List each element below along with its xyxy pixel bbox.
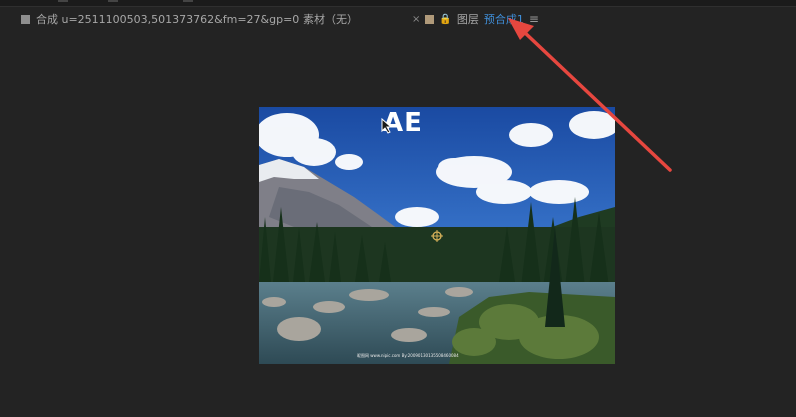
viewer-tab-bar: 合成 u=2511100503,501373762&fm=27&gp=0 素材（…: [0, 8, 796, 37]
tab-footage[interactable]: 素材（无）: [303, 11, 358, 27]
close-icon[interactable]: ×: [412, 14, 420, 25]
lock-icon[interactable]: 🔒: [439, 14, 451, 25]
panel-edge-mark: [108, 0, 118, 2]
panel-edge-mark: [183, 0, 193, 2]
tab-composition-label: 合成 u=2511100503,501373762&fm=27&gp=0: [36, 13, 300, 26]
image-watermark: 昵图网 www.nipic.com By:2009013013550846008…: [357, 353, 459, 358]
tab-layer[interactable]: × 🔒 图层 预合成1 ≡: [412, 11, 539, 27]
precomp-link[interactable]: 预合成1: [484, 11, 524, 27]
panel-edge-mark: [58, 0, 68, 2]
top-panel-strip: [0, 0, 796, 7]
mouse-pointer-icon: [381, 118, 393, 134]
tab-footage-label: 素材（无）: [303, 13, 358, 26]
composition-color-icon: [21, 14, 30, 24]
tab-composition[interactable]: 合成 u=2511100503,501373762&fm=27&gp=0: [21, 11, 299, 27]
panel-divider: [0, 6, 796, 7]
anchor-point-icon[interactable]: [431, 230, 443, 242]
layer-color-icon: [425, 14, 435, 24]
panel-menu-icon[interactable]: ≡: [529, 12, 539, 26]
tab-layer-label: 图层: [456, 13, 479, 26]
